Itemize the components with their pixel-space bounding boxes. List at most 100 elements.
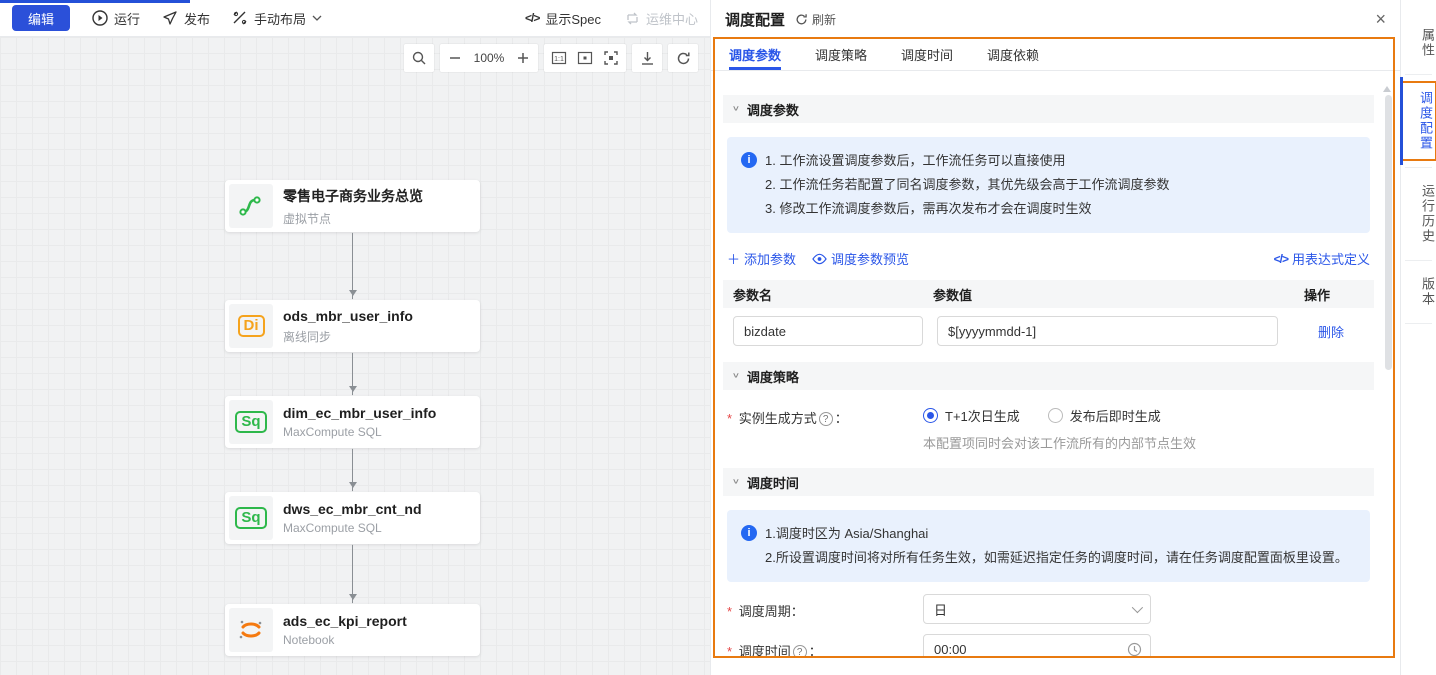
node-title: 零售电子商务业务总览 <box>283 186 423 206</box>
show-spec-button[interactable]: </> 显示Spec <box>525 9 601 28</box>
param-preview-button[interactable]: 调度参数预览 <box>812 249 909 268</box>
node-type: Notebook <box>283 633 407 647</box>
right-sidebar: 属性 调度配置 运行历史 版本 <box>1400 0 1436 675</box>
sidebar-item-run-history[interactable]: 运行历史 <box>1401 174 1436 254</box>
add-param-button[interactable]: ＋ 添加参数 <box>727 249 796 268</box>
sidebar-item-version[interactable]: 版本 <box>1401 267 1436 317</box>
maxcompute-sql-icon: Sq <box>229 400 273 444</box>
data-integration-icon: Di <box>229 304 273 348</box>
cycle-select[interactable]: 日 <box>923 594 1151 624</box>
cycle-label: 调度周期： <box>727 599 923 620</box>
panel-content: ˅ 调度参数 i 1. 工作流设置调度参数后，工作流任务可以直接使用 2. 工作… <box>715 71 1382 657</box>
info-line: 2. 工作流任务若配置了同名调度参数，其优先级会高于工作流调度参数 <box>765 173 1169 197</box>
scrollbar-up-arrow[interactable] <box>1383 82 1391 92</box>
layout-icon <box>232 10 248 26</box>
node-ads-ec-kpi-report[interactable]: ads_ec_kpi_report Notebook <box>225 604 480 656</box>
params-table-header: 参数名 参数值 操作 <box>723 280 1374 308</box>
param-name-input[interactable] <box>733 316 923 346</box>
tab-schedule-params[interactable]: 调度参数 <box>729 38 781 70</box>
chevron-down-icon <box>1132 602 1143 613</box>
radio-icon <box>1048 408 1063 423</box>
chevron-down-icon <box>312 14 322 22</box>
collapse-chevron-icon: ˅ <box>733 105 739 114</box>
fit-view-button[interactable] <box>576 49 594 67</box>
workflow-canvas[interactable]: 100% 1:1 <box>0 37 710 675</box>
code-icon: </> <box>1274 252 1288 266</box>
divider <box>1405 74 1432 75</box>
divider <box>1405 167 1432 168</box>
time-input[interactable] <box>923 634 1151 657</box>
info-line: 1.调度时区为 Asia/Shanghai <box>765 522 1348 546</box>
edge-2-3 <box>352 353 353 395</box>
plus-icon: ＋ <box>727 249 740 268</box>
schedule-config-panel: 调度配置 刷新 × 调度参数 调度策略 调度时间 调度依赖 ˅ 调度参数 i 1… <box>710 0 1400 675</box>
code-icon: </> <box>525 11 539 25</box>
node-dws-ec-mbr-cnt-nd[interactable]: Sq dws_ec_mbr_cnt_nd MaxCompute SQL <box>225 492 480 544</box>
params-info-box: i 1. 工作流设置调度参数后，工作流任务可以直接使用 2. 工作流任务若配置了… <box>727 137 1370 233</box>
panel-scrollbar[interactable] <box>1385 95 1392 370</box>
node-title: ods_mbr_user_info <box>283 308 413 324</box>
param-row: 删除 <box>723 308 1374 356</box>
close-icon[interactable]: × <box>1375 10 1386 28</box>
fullscreen-button[interactable] <box>602 49 620 67</box>
send-icon <box>162 10 178 26</box>
instance-mode-radios: T+1次日生成 发布后即时生成 <box>923 406 1370 425</box>
section-schedule-strategy[interactable]: ˅ 调度策略 <box>723 362 1374 390</box>
node-title: ads_ec_kpi_report <box>283 613 407 629</box>
publish-button[interactable]: 发布 <box>162 9 210 28</box>
ops-center-button[interactable]: 运维中心 <box>625 9 698 28</box>
edge-3-4 <box>352 449 353 491</box>
section-schedule-params[interactable]: ˅ 调度参数 <box>723 95 1374 123</box>
canvas-search-icon[interactable] <box>410 49 428 67</box>
run-button[interactable]: 运行 <box>92 9 140 28</box>
svg-text:1:1: 1:1 <box>554 56 564 63</box>
panel-title: 调度配置 <box>725 9 785 30</box>
manual-layout-dropdown[interactable]: 手动布局 <box>232 9 322 28</box>
collapse-chevron-icon: ˅ <box>733 372 739 381</box>
refresh-button[interactable]: 刷新 <box>795 11 836 28</box>
param-value-input[interactable] <box>937 316 1278 346</box>
refresh-icon <box>795 13 808 26</box>
sidebar-item-schedule-config[interactable]: 调度配置 <box>1401 81 1436 161</box>
node-ods-mbr-user-info[interactable]: Di ods_mbr_user_info 离线同步 <box>225 300 480 352</box>
collapse-chevron-icon: ˅ <box>733 478 739 487</box>
tab-schedule-strategy[interactable]: 调度策略 <box>815 38 867 70</box>
node-type: MaxCompute SQL <box>283 425 436 439</box>
time-label: 调度时间?： <box>727 639 923 658</box>
edge-1-2 <box>352 233 353 299</box>
actual-size-button[interactable]: 1:1 <box>550 49 568 67</box>
radio-t-plus-1[interactable]: T+1次日生成 <box>923 406 1020 425</box>
refresh-canvas-button[interactable] <box>674 49 692 67</box>
info-line: 3. 修改工作流调度参数后，需再次发布才会在调度时生效 <box>765 197 1169 221</box>
node-title: dim_ec_mbr_user_info <box>283 405 436 421</box>
node-type: 离线同步 <box>283 328 413 345</box>
notebook-icon <box>229 608 273 652</box>
node-type: 虚拟节点 <box>283 210 423 227</box>
virtual-node-icon <box>229 184 273 228</box>
node-dim-ec-mbr-user-info[interactable]: Sq dim_ec_mbr_user_info MaxCompute SQL <box>225 396 480 448</box>
sidebar-item-properties[interactable]: 属性 <box>1401 18 1436 68</box>
panel-tabs: 调度参数 调度策略 调度时间 调度依赖 <box>711 38 1400 71</box>
info-line: 1. 工作流设置调度参数后，工作流任务可以直接使用 <box>765 149 1169 173</box>
delete-param-button[interactable]: 删除 <box>1318 322 1364 341</box>
help-icon[interactable]: ? <box>819 412 833 426</box>
expression-define-button[interactable]: </> 用表达式定义 <box>1274 249 1370 268</box>
play-icon <box>92 10 108 26</box>
tab-schedule-time[interactable]: 调度时间 <box>901 38 953 70</box>
zoom-level: 100% <box>472 51 506 65</box>
download-image-button[interactable] <box>638 49 656 67</box>
zoom-out-button[interactable] <box>446 49 464 67</box>
eye-icon <box>812 253 827 265</box>
time-info-box: i 1.调度时区为 Asia/Shanghai 2.所设置调度时间将对所有任务生… <box>727 510 1370 582</box>
zoom-in-button[interactable] <box>514 49 532 67</box>
node-virtual-overview[interactable]: 零售电子商务业务总览 虚拟节点 <box>225 180 480 232</box>
active-file-indicator <box>0 0 190 3</box>
instance-mode-note: 本配置项同时会对该工作流所有的内部节点生效 <box>923 433 1370 452</box>
help-icon[interactable]: ? <box>793 645 807 658</box>
edit-button[interactable]: 编辑 <box>12 5 70 31</box>
radio-immediate[interactable]: 发布后即时生成 <box>1048 406 1161 425</box>
main-toolbar: 编辑 运行 发布 手动布局 </> 显示Spec 运维中心 <box>0 0 710 37</box>
tab-schedule-dependency[interactable]: 调度依赖 <box>987 38 1039 70</box>
clock-icon <box>1127 642 1142 657</box>
section-schedule-time[interactable]: ˅ 调度时间 <box>723 468 1374 496</box>
